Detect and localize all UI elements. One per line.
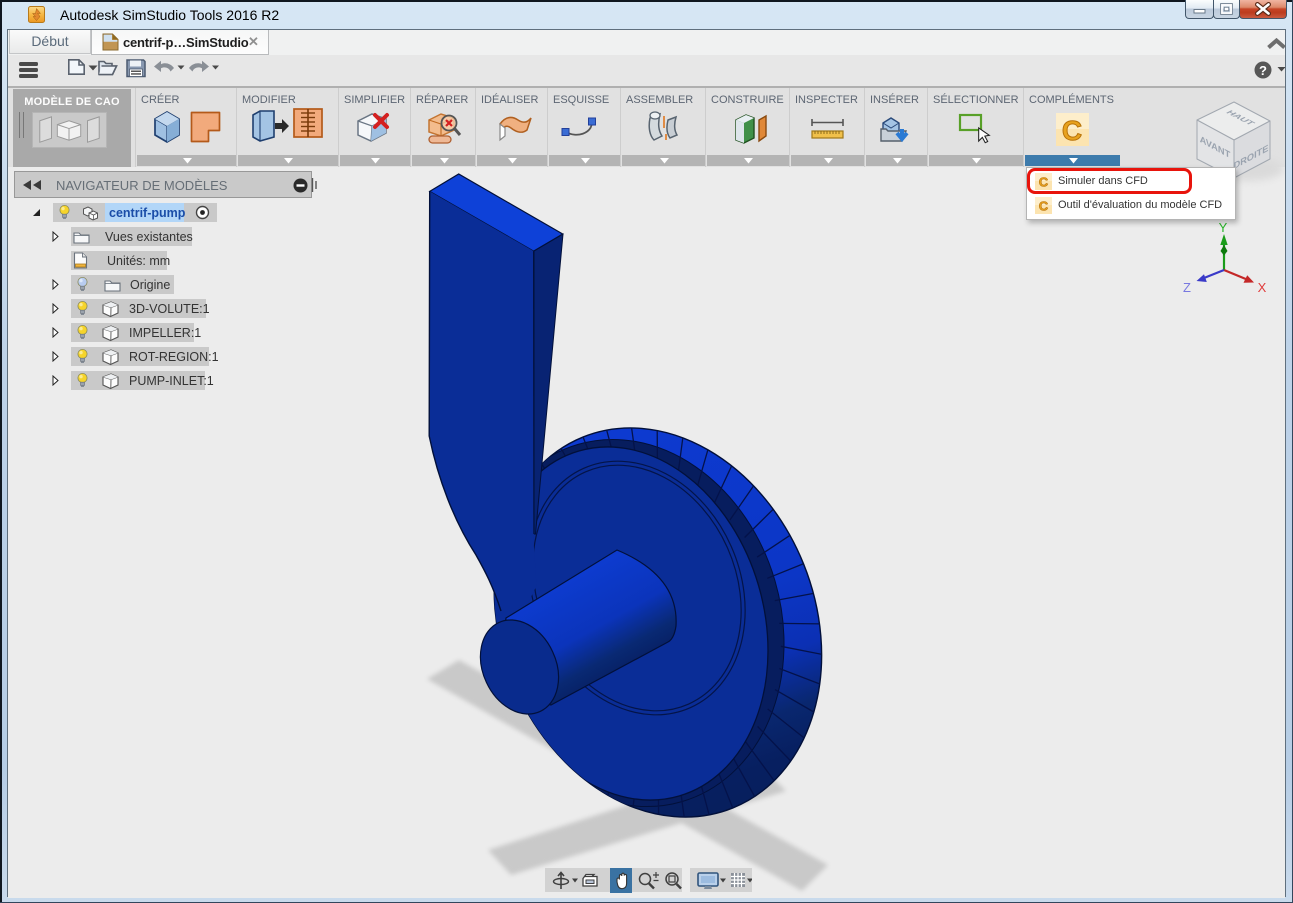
svg-text:Z: Z: [1183, 280, 1191, 295]
svg-text:C: C: [1039, 199, 1049, 214]
svg-text:Y: Y: [1219, 220, 1228, 235]
svg-text:X: X: [1258, 280, 1267, 295]
svg-text:?: ?: [1259, 63, 1267, 78]
